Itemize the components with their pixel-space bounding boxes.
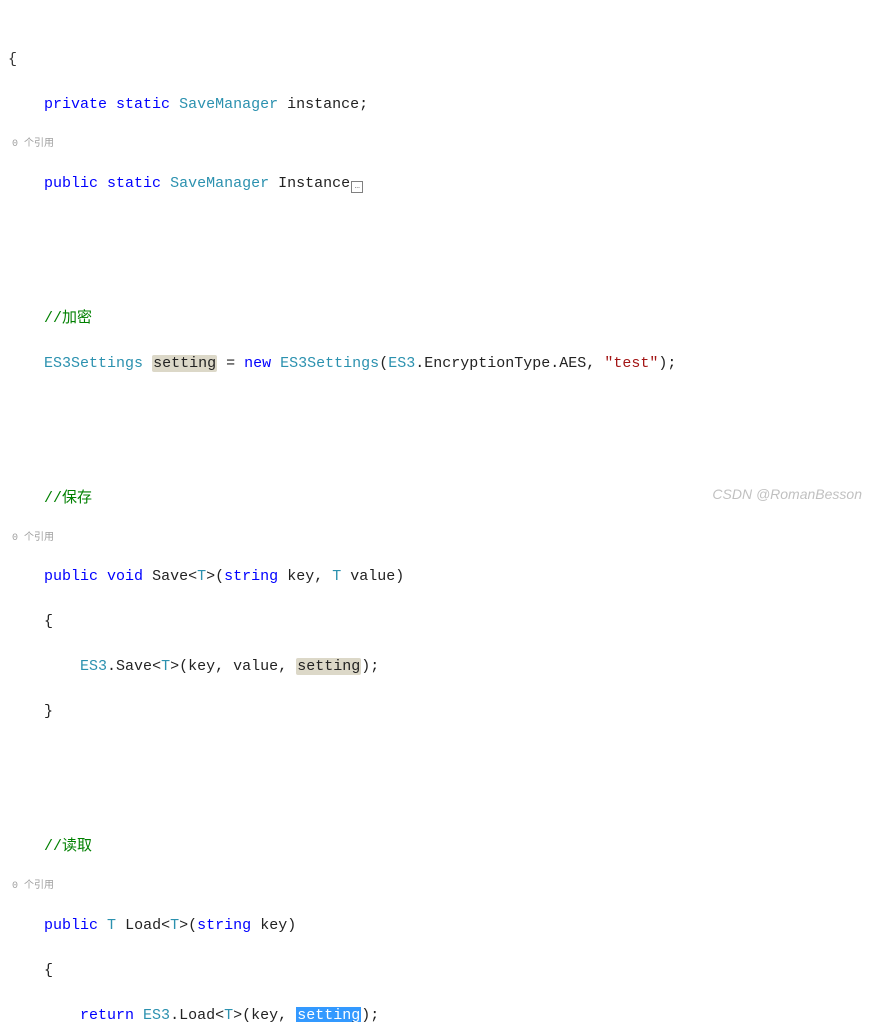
type-t: T (224, 1007, 233, 1022)
open-brace: { (8, 51, 17, 68)
kw-return: return (80, 1007, 134, 1022)
blank-line (8, 746, 868, 769)
ident-setting: setting (152, 355, 217, 372)
member-aes: AES (559, 355, 586, 372)
kw-static: static (107, 175, 161, 192)
method-save: Save (152, 568, 188, 585)
codelens-references[interactable]: 0 个引用 (12, 533, 868, 544)
code-editor[interactable]: { private static SaveManager instance; 0… (8, 4, 868, 1022)
comment-save: //保存 (44, 490, 92, 507)
blank-line (8, 398, 868, 421)
arg-key: key (251, 1007, 278, 1022)
type-es3settings: ES3Settings (280, 355, 379, 372)
watermark-text: CSDN @RomanBesson (712, 484, 862, 505)
type-t: T (197, 568, 206, 585)
kw-private: private (44, 96, 107, 113)
type-t: T (161, 658, 170, 675)
kw-public: public (44, 175, 98, 192)
type-t: T (170, 917, 179, 934)
blank-line (8, 218, 868, 241)
kw-public: public (44, 568, 98, 585)
type-savemanager: SaveManager (179, 96, 278, 113)
kw-public: public (44, 917, 98, 934)
code-line: } (8, 701, 868, 724)
ident-instance-p: Instance (278, 175, 350, 192)
kw-static: static (116, 96, 170, 113)
code-line: { (8, 611, 868, 634)
kw-string: string (224, 568, 278, 585)
kw-new: new (244, 355, 271, 372)
member-encryption: EncryptionType (424, 355, 550, 372)
param-key: key (287, 568, 314, 585)
code-line: { (8, 960, 868, 983)
type-t: T (107, 917, 116, 934)
member-save: Save (116, 658, 152, 675)
codelens-references[interactable]: 0 个引用 (12, 881, 868, 892)
code-line: private static SaveManager instance; (8, 94, 868, 117)
blank-line (8, 791, 868, 814)
type-es3: ES3 (388, 355, 415, 372)
param-value: value (350, 568, 395, 585)
comment-encrypt: //加密 (44, 310, 92, 327)
type-es3: ES3 (80, 658, 107, 675)
arg-value: value (233, 658, 278, 675)
code-line: return ES3.Load<T>(key, setting); (8, 1005, 868, 1022)
codelens-references[interactable]: 0 个引用 (12, 139, 868, 150)
string-test: "test" (604, 355, 658, 372)
selection-setting[interactable]: setting (296, 1007, 361, 1022)
code-line: { (8, 49, 868, 72)
kw-void: void (107, 568, 143, 585)
type-es3settings: ES3Settings (44, 355, 143, 372)
type-savemanager: SaveManager (170, 175, 269, 192)
comment-load: //读取 (44, 838, 92, 855)
type-es3: ES3 (143, 1007, 170, 1022)
arg-key: key (188, 658, 215, 675)
param-key: key (260, 917, 287, 934)
code-line: public T Load<T>(string key) (8, 915, 868, 938)
ident-instance: instance (287, 96, 359, 113)
code-line: //加密 (8, 308, 868, 331)
code-line: public void Save<T>(string key, T value) (8, 566, 868, 589)
member-load: Load (179, 1007, 215, 1022)
collapse-toggle[interactable]: … (351, 181, 363, 193)
ident-setting: setting (296, 658, 361, 675)
type-t: T (332, 568, 341, 585)
method-load: Load (125, 917, 161, 934)
kw-string: string (197, 917, 251, 934)
code-line: //读取 (8, 836, 868, 859)
blank-line (8, 443, 868, 466)
code-line: ES3Settings setting = new ES3Settings(ES… (8, 353, 868, 376)
code-line: public static SaveManager Instance… (8, 173, 868, 196)
code-line: ES3.Save<T>(key, value, setting); (8, 656, 868, 679)
blank-line (8, 263, 868, 286)
